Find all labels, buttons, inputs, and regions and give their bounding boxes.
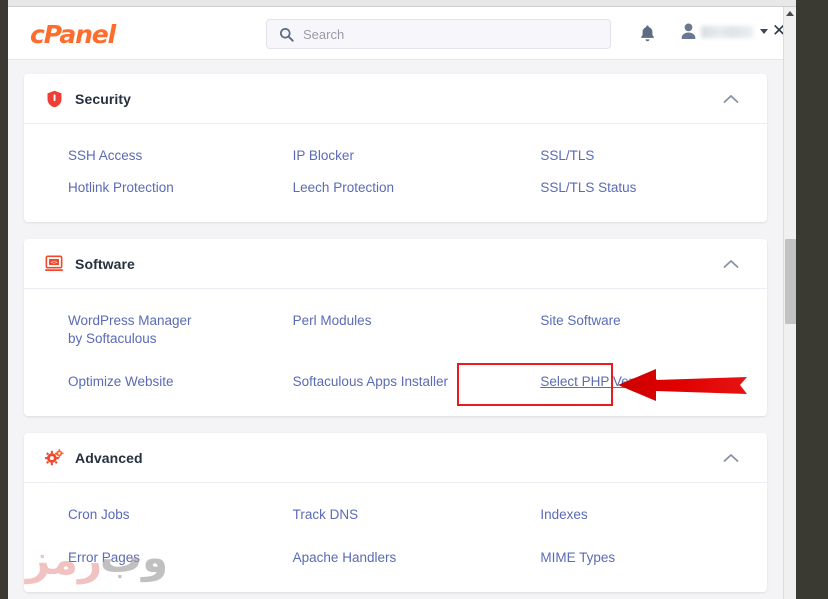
app-link-track-dns[interactable]: Track DNS: [293, 507, 359, 522]
list-item[interactable]: IP Blocker: [272, 140, 520, 172]
list-item[interactable]: Site Software: [519, 305, 767, 355]
list-item[interactable]: Cron Jobs: [24, 499, 272, 531]
page-header: cPanel Search ✕: [8, 7, 783, 60]
search-icon: [279, 27, 294, 42]
app-link-cron-jobs[interactable]: Cron Jobs: [68, 507, 130, 522]
section-title: Software: [75, 255, 135, 272]
app-link-ssh-access[interactable]: SSH Access: [68, 148, 142, 163]
list-item[interactable]: Error Pages: [24, 531, 272, 574]
list-item[interactable]: Softaculous Apps Installer: [272, 355, 520, 398]
username-label: [701, 25, 753, 38]
section-card-software: <> Software WordPress Manager by Softacu…: [24, 239, 767, 416]
app-link-mime-types[interactable]: MIME Types: [540, 550, 615, 565]
section-body-software: WordPress Manager by Softaculous Perl Mo…: [24, 289, 767, 416]
section-body-advanced: Cron Jobs Track DNS Indexes Error Pages …: [24, 483, 767, 592]
scrollbar-thumb[interactable]: [785, 239, 796, 324]
app-link-error-pages[interactable]: Error Pages: [68, 550, 140, 565]
svg-text:<>: <>: [51, 260, 58, 266]
sections-container: Security SSH Access IP Blocker SSL/TLS H…: [8, 60, 783, 598]
app-link-wordpress-manager[interactable]: WordPress Manager by Softaculous: [68, 313, 192, 346]
bell-icon[interactable]: [639, 24, 656, 48]
section-title: Advanced: [75, 449, 143, 466]
app-link-ssl-tls[interactable]: SSL/TLS: [540, 148, 594, 163]
list-item[interactable]: Track DNS: [272, 499, 520, 531]
list-item[interactable]: WordPress Manager by Softaculous: [24, 305, 214, 355]
section-card-security: Security SSH Access IP Blocker SSL/TLS H…: [24, 74, 767, 222]
section-header-software[interactable]: <> Software: [24, 239, 767, 289]
chevron-up-icon[interactable]: [723, 453, 739, 463]
list-item[interactable]: Indexes: [519, 499, 767, 531]
user-avatar-icon: [680, 22, 697, 41]
browser-window: cPanel Search ✕ Security SSH Access IP B…: [0, 0, 828, 599]
section-header-security[interactable]: Security: [24, 74, 767, 124]
window-left-border: [0, 0, 8, 599]
section-body-security: SSH Access IP Blocker SSL/TLS Hotlink Pr…: [24, 124, 767, 222]
app-link-optimize-website[interactable]: Optimize Website: [68, 374, 174, 389]
list-item[interactable]: SSH Access: [24, 140, 272, 172]
user-account-menu[interactable]: ✕: [680, 22, 783, 41]
list-item[interactable]: Perl Modules: [272, 305, 520, 355]
chevron-up-icon[interactable]: [723, 259, 739, 269]
section-card-advanced: Advanced Cron Jobs Track DNS Indexes Err…: [24, 433, 767, 592]
section-title: Security: [75, 90, 132, 107]
chevron-up-icon[interactable]: [723, 94, 739, 104]
list-item[interactable]: Select PHP Version: [519, 355, 767, 398]
app-link-leech-protection[interactable]: Leech Protection: [293, 180, 394, 195]
vertical-scrollbar[interactable]: [783, 7, 796, 599]
app-link-site-software[interactable]: Site Software: [540, 313, 620, 328]
section-header-advanced[interactable]: Advanced: [24, 433, 767, 483]
list-item[interactable]: Optimize Website: [24, 355, 272, 398]
window-right-border: [796, 0, 828, 599]
app-link-ip-blocker[interactable]: IP Blocker: [293, 148, 354, 163]
app-link-indexes[interactable]: Indexes: [540, 507, 587, 522]
search-input[interactable]: [303, 26, 610, 42]
cpanel-logo[interactable]: cPanel: [30, 20, 116, 49]
app-link-apache-handlers[interactable]: Apache Handlers: [293, 550, 397, 565]
list-item[interactable]: Apache Handlers: [272, 531, 520, 574]
search-box[interactable]: [266, 19, 611, 49]
cpanel-page: cPanel Search ✕ Security SSH Access IP B…: [8, 7, 783, 599]
list-item[interactable]: SSL/TLS Status: [519, 172, 767, 204]
shield-icon: [44, 89, 64, 109]
close-icon[interactable]: ✕: [772, 23, 783, 40]
window-top-strip: [0, 0, 828, 7]
app-link-hotlink-protection[interactable]: Hotlink Protection: [68, 180, 174, 195]
list-item[interactable]: MIME Types: [519, 531, 767, 574]
list-item[interactable]: Leech Protection: [272, 172, 520, 204]
app-link-softaculous-apps-installer[interactable]: Softaculous Apps Installer: [293, 374, 448, 389]
app-link-ssl-tls-status[interactable]: SSL/TLS Status: [540, 180, 636, 195]
app-link-select-php-version[interactable]: Select PHP Version: [540, 374, 658, 389]
list-item[interactable]: Hotlink Protection: [24, 172, 272, 204]
app-link-perl-modules[interactable]: Perl Modules: [293, 313, 372, 328]
chevron-down-icon[interactable]: [760, 29, 768, 34]
gears-icon: [44, 448, 64, 468]
code-window-icon: <>: [44, 254, 64, 274]
list-item[interactable]: SSL/TLS: [519, 140, 767, 172]
scroll-up-arrow-icon[interactable]: [786, 11, 794, 16]
